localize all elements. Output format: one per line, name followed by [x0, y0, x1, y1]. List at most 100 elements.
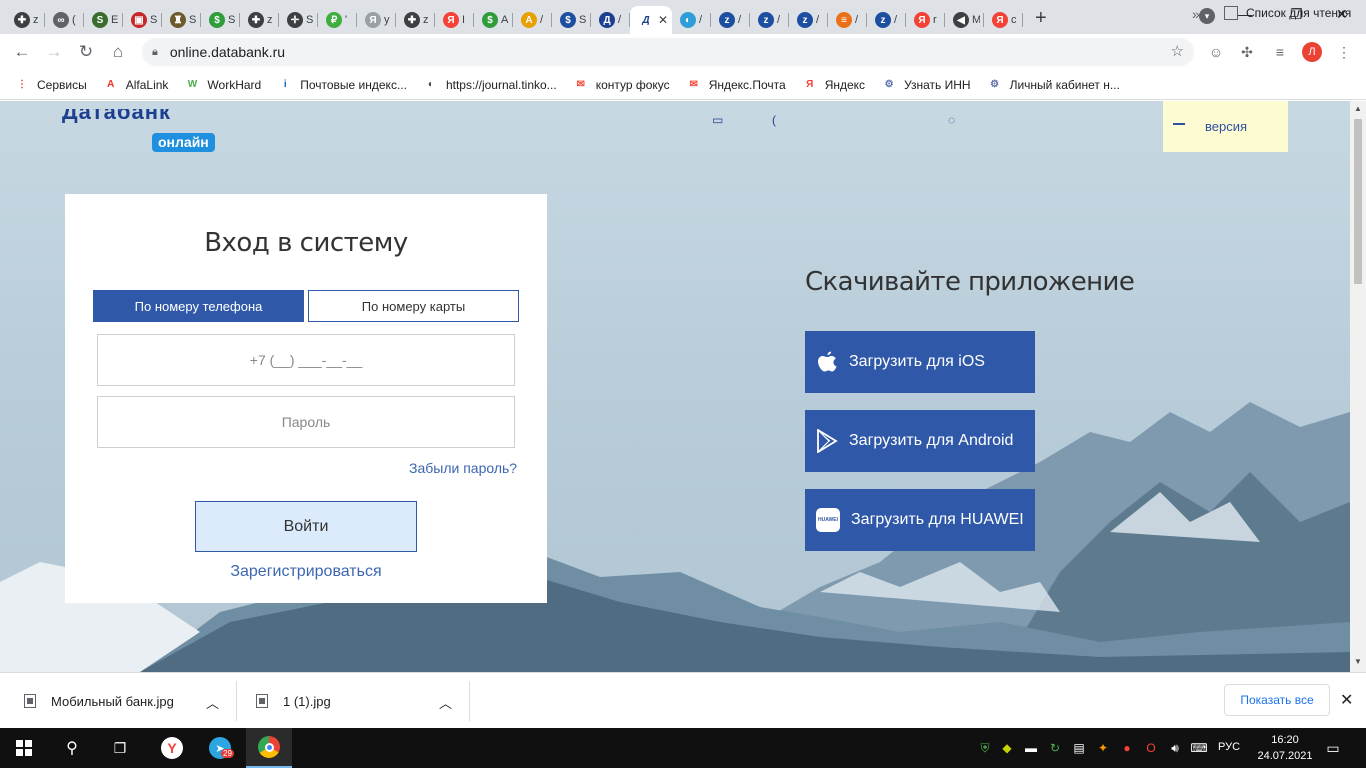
tab-active[interactable]: Д ✕	[630, 6, 672, 34]
phone-input[interactable]: +7 (__) ___-__-__	[97, 334, 515, 386]
tray-app-icon[interactable]: ◆	[998, 739, 1016, 757]
new-tab-button[interactable]: +	[1035, 7, 1047, 30]
sync-icon[interactable]: ↻	[1046, 739, 1064, 757]
keyboard-icon[interactable]: ⌨	[1190, 739, 1208, 757]
show-all-downloads-button[interactable]: Показать все	[1224, 684, 1330, 716]
network-app-icon[interactable]: ▤	[1070, 739, 1088, 757]
bookmark-item[interactable]: Я Яндекс	[802, 77, 865, 93]
scroll-thumb[interactable]	[1354, 119, 1362, 284]
tab-11[interactable]: ЯI	[435, 6, 474, 34]
more-bookmarks-button[interactable]: »	[1192, 6, 1200, 22]
yandex-browser-icon[interactable]: Y	[150, 728, 194, 768]
tab-14[interactable]: $ S	[552, 6, 591, 34]
task-view-icon[interactable]: ❐	[96, 728, 144, 768]
chevron-up-icon[interactable]: ︿	[439, 693, 452, 712]
tab-right-5[interactable]: z /	[867, 6, 906, 34]
tab-6[interactable]: ✚ z	[240, 6, 279, 34]
scroll-up-icon[interactable]: ▲	[1354, 104, 1362, 113]
tab-12[interactable]: $ A	[474, 6, 513, 34]
extension-avatar-icon[interactable]: ☺	[1206, 42, 1226, 62]
download-item-2[interactable]: 1 (1).jpg	[256, 673, 331, 729]
tab-9[interactable]: Яy	[357, 6, 396, 34]
tab-right-2[interactable]: z /	[750, 6, 789, 34]
tab-phone-login[interactable]: По номеру телефона	[93, 290, 304, 322]
version-toggle[interactable]: версия	[1163, 101, 1288, 152]
download-ios-button[interactable]: Загрузить для iOS	[805, 331, 1035, 393]
tab-right-6[interactable]: Яr	[906, 6, 945, 34]
forward-button[interactable]: →	[38, 36, 70, 68]
system-clock[interactable]: 16:20 24.07.2021	[1256, 732, 1314, 764]
close-tab-icon[interactable]: ✕	[658, 13, 668, 27]
close-shelf-icon[interactable]: ✕	[1340, 690, 1353, 710]
notifications-icon[interactable]: ▭	[1324, 739, 1342, 757]
telegram-icon[interactable]: ➤ 29	[198, 728, 242, 768]
tab-2[interactable]: SE	[84, 6, 123, 34]
tab-right-0[interactable]: ◐ /	[672, 6, 711, 34]
fox-icon[interactable]: ✦	[1094, 739, 1112, 757]
search-icon[interactable]: ⚲	[48, 728, 96, 768]
download-android-button[interactable]: Загрузить для Android	[805, 410, 1035, 472]
security-shield-icon[interactable]: ⛨	[976, 739, 994, 757]
address-bar[interactable]: 🔒︎ online.databank.ru ☆	[142, 38, 1194, 66]
tab-15[interactable]: Д /	[591, 6, 630, 34]
extensions-puzzle-icon[interactable]: ✣	[1237, 42, 1257, 62]
bookmark-item[interactable]: i Почтовые индекс...	[277, 77, 407, 93]
tab-title: S	[306, 14, 314, 26]
printer-icon[interactable]: ▬	[1022, 739, 1040, 757]
header-card-icon[interactable]: ▭	[712, 113, 730, 127]
tab-10[interactable]: ✚ z	[396, 6, 435, 34]
tab-1[interactable]: ∞(	[45, 6, 84, 34]
password-input[interactable]: Пароль	[97, 396, 515, 448]
tab-right-4[interactable]: ≡ /	[828, 6, 867, 34]
opera-icon[interactable]: O	[1142, 739, 1160, 757]
page-scrollbar[interactable]: ▲ ▼	[1350, 101, 1366, 672]
databank-logo[interactable]: Датабанк онлайн	[62, 109, 215, 152]
volume-icon[interactable]: 🔊︎	[1166, 739, 1184, 757]
language-indicator[interactable]: РУС	[1218, 741, 1240, 753]
s-dollar-icon: $	[560, 12, 576, 28]
bookmark-item[interactable]: W WorkHard	[184, 77, 262, 93]
tab-13[interactable]: A /	[513, 6, 552, 34]
reload-button[interactable]: ↻	[70, 36, 102, 68]
forgot-password-link[interactable]: Забыли пароль?	[409, 460, 517, 476]
reading-list-button[interactable]: Список для чтения	[1224, 6, 1351, 20]
lock-icon[interactable]: 🔒︎	[152, 46, 158, 59]
bookmark-item[interactable]: ⚙ Узнать ИНН	[881, 77, 971, 93]
tab-card-login[interactable]: По номеру карты	[308, 290, 519, 322]
tab-5[interactable]: $ S	[201, 6, 240, 34]
bookmark-item[interactable]: ⋮ Сервисы	[14, 77, 87, 93]
download-huawei-button[interactable]: HUAWEI Загрузить для HUAWEI	[805, 489, 1035, 551]
header-phone-icon[interactable]: (	[772, 113, 790, 127]
login-button[interactable]: Войти	[195, 501, 417, 552]
home-button[interactable]: ⌂	[102, 36, 134, 68]
browser-menu-icon[interactable]: ⋮	[1334, 42, 1354, 62]
profile-avatar[interactable]: Л	[1302, 42, 1322, 62]
tab-7[interactable]: ✛ S	[279, 6, 318, 34]
bookmark-item[interactable]: ✉ Яндекс.Почта	[686, 77, 785, 93]
bookmark-item[interactable]: ⚙ Личный кабинет н...	[987, 77, 1120, 93]
register-link[interactable]: Зарегистрироваться	[65, 563, 547, 581]
media-control-icon[interactable]: ≡	[1270, 42, 1290, 62]
tab-0[interactable]: ✚ z	[6, 6, 45, 34]
chevron-up-icon[interactable]: ︿	[206, 693, 219, 712]
tab-right-3[interactable]: z /	[789, 6, 828, 34]
scroll-down-icon[interactable]: ▼	[1354, 657, 1362, 666]
bookmark-item[interactable]: ✉ контур фокус	[573, 77, 669, 93]
start-button[interactable]	[0, 728, 48, 768]
chrome-taskbar-icon[interactable]	[246, 728, 292, 768]
tab-search-icon[interactable]: ▾	[1199, 8, 1215, 24]
tab-4[interactable]: ♜ S	[162, 6, 201, 34]
tab-right-8[interactable]: Яc	[984, 6, 1023, 34]
bookmark-item[interactable]: ◐ https://journal.tinko...	[423, 77, 557, 93]
tab-right-1[interactable]: z /	[711, 6, 750, 34]
tab-3[interactable]: ▣ S	[123, 6, 162, 34]
vpn-icon[interactable]: ●	[1118, 739, 1136, 757]
url-text[interactable]: online.databank.ru	[170, 44, 285, 60]
tab-right-7[interactable]: ◀ M	[945, 6, 984, 34]
tab-8[interactable]: ₽ '	[318, 6, 357, 34]
header-globe-icon[interactable]: ◌	[948, 113, 966, 127]
bookmark-item[interactable]: A AlfaLink	[103, 77, 168, 93]
back-button[interactable]: ←	[6, 36, 38, 68]
download-item-1[interactable]: Мобильный банк.jpg	[24, 673, 174, 729]
bookmark-star-icon[interactable]: ☆	[1171, 42, 1184, 60]
